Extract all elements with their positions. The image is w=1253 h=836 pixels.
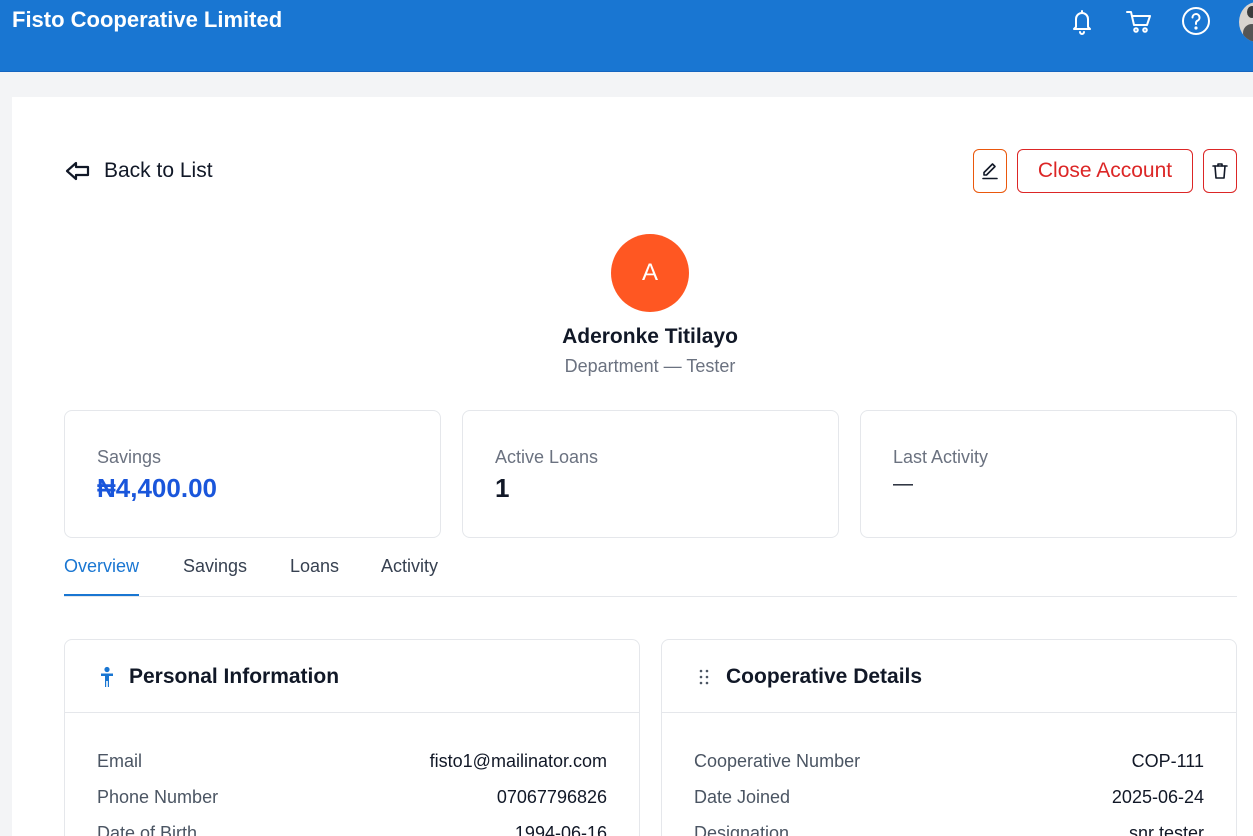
card-header: Cooperative Details xyxy=(662,640,1236,713)
row-label: Email xyxy=(97,751,143,771)
info-row-cooperative-number: Cooperative Number COP-111 xyxy=(694,751,1204,775)
profile-name: Aderonke Titilayo xyxy=(562,325,738,348)
row-value: 1994-06-16 xyxy=(514,823,607,836)
delete-button[interactable] xyxy=(1203,149,1237,193)
info-row-phone: Phone Number 07067796826 xyxy=(97,787,607,811)
bell-icon[interactable] xyxy=(1066,5,1098,37)
tab-activity[interactable]: Activity xyxy=(381,556,438,596)
active-loans-stat-card: Active Loans 1 xyxy=(462,410,839,538)
row-label: Cooperative Number xyxy=(694,751,861,771)
card-header: Personal Information xyxy=(65,640,639,713)
tab-loans[interactable]: Loans xyxy=(290,556,339,596)
info-row-date-joined: Date Joined 2025-06-24 xyxy=(694,787,1204,811)
last-activity-stat-card: Last Activity — xyxy=(860,410,1237,538)
stat-label: Active Loans xyxy=(495,447,599,467)
row-label: Date of Birth xyxy=(97,823,198,836)
row-value: COP-111 xyxy=(1131,751,1204,771)
active-loans-value: 1 xyxy=(495,473,510,503)
card-title: Cooperative Details xyxy=(726,665,923,688)
back-to-list-label: Back to List xyxy=(104,159,213,182)
row-value: 2025-06-24 xyxy=(1111,787,1204,807)
row-label: Phone Number xyxy=(97,787,219,807)
last-activity-value: — xyxy=(893,473,913,495)
trash-icon xyxy=(1212,163,1228,179)
row-value: 07067796826 xyxy=(496,787,607,807)
profile-tabs: Overview Savings Loans Activity xyxy=(64,552,1237,597)
row-value: fisto1@mailinator.com xyxy=(429,751,607,771)
user-avatar[interactable] xyxy=(1239,2,1253,42)
pencil-icon xyxy=(982,163,998,180)
row-value: snr tester xyxy=(1128,823,1204,836)
profile-avatar: A xyxy=(611,234,689,312)
profile-department: Department — Tester xyxy=(564,356,736,376)
tab-overview[interactable]: Overview xyxy=(64,556,140,596)
drag-handle-icon xyxy=(699,669,709,685)
savings-stat-card: Savings ₦4,400.00 xyxy=(64,410,441,538)
savings-value: ₦4,400.00 xyxy=(97,473,217,503)
row-label: Designation xyxy=(694,823,790,836)
back-to-list-link[interactable]: Back to List xyxy=(64,156,213,186)
info-row-dob: Date of Birth 1994-06-16 xyxy=(97,823,607,836)
person-icon xyxy=(101,666,113,687)
info-row-email: Email fisto1@mailinator.com xyxy=(97,751,607,775)
info-row-designation: Designation snr tester xyxy=(694,823,1204,836)
cooperative-details-card: Cooperative Details Cooperative Number C… xyxy=(661,639,1237,836)
stat-label: Savings xyxy=(97,447,162,467)
app-title: Fisto Cooperative Limited xyxy=(12,7,283,32)
edit-button[interactable] xyxy=(973,149,1007,193)
stat-label: Last Activity xyxy=(893,447,989,467)
card-title: Personal Information xyxy=(129,665,340,688)
tab-savings[interactable]: Savings xyxy=(183,556,247,596)
cart-icon[interactable] xyxy=(1123,5,1155,37)
help-icon[interactable] xyxy=(1180,5,1212,37)
top-app-bar: Fisto Cooperative Limited xyxy=(0,0,1253,72)
close-account-button[interactable]: Close Account xyxy=(1017,149,1193,193)
row-label: Date Joined xyxy=(694,787,791,807)
personal-information-card: Personal Information Email fisto1@mailin… xyxy=(64,639,640,836)
back-arrow-icon xyxy=(65,161,90,181)
